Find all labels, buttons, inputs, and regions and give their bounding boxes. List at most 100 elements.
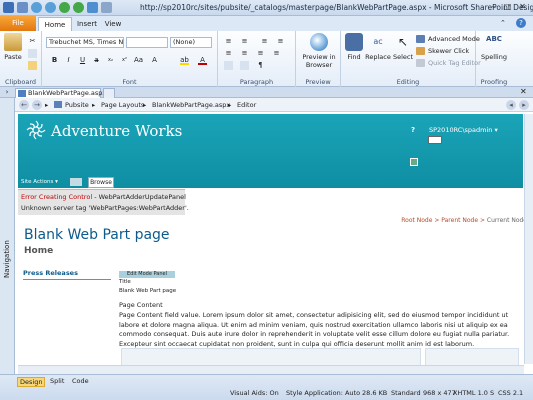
change-case-button[interactable]: Aa [134, 56, 143, 65]
show-formatting-icon[interactable]: ¶ [256, 61, 265, 70]
crumb-sep: > [478, 217, 487, 224]
font-family-select[interactable]: Trebuchet MS, Times Ne [46, 37, 124, 48]
minimize-button[interactable]: – [487, 2, 500, 13]
paragraph-group: ≡ ≡ ≡ ≡ ≡ ≡ ≡ ≡ ¶ Paragraph [218, 31, 296, 87]
back-icon[interactable] [59, 2, 70, 13]
spelling-button[interactable]: ABC Spelling [479, 33, 509, 61]
forward-icon[interactable] [73, 2, 84, 13]
clipboard-group: Paste ✂ Clipboard [0, 31, 42, 87]
vertical-scrollbar[interactable] [524, 114, 533, 364]
superscript-button[interactable]: x² [120, 56, 129, 65]
visual-aids-status[interactable]: Visual Aids: On [230, 389, 279, 397]
history-back-icon[interactable]: ◂ [506, 100, 516, 110]
breadcrumb-item-page-layouts[interactable]: Page Layouts [101, 101, 144, 109]
title-field-value[interactable]: Blank Web Part page [119, 288, 176, 294]
ribbon-tabs: File Home Insert View ⌃ ? [0, 16, 533, 31]
site-title[interactable]: Adventure Works [51, 122, 182, 140]
strikethrough-button[interactable]: a [92, 56, 101, 65]
crumb-current: Current Node [486, 217, 527, 224]
highlight-button[interactable]: ab [180, 56, 189, 65]
navigation-pane[interactable]: Navigation [0, 98, 15, 374]
tab-view[interactable]: View [102, 17, 124, 31]
maximize-button[interactable]: □ [501, 2, 514, 13]
ribbon-minimize-icon[interactable]: ⌃ [500, 19, 506, 27]
find-button[interactable]: Find [343, 33, 365, 61]
font-group: Trebuchet MS, Times Ne (None) B I U a x₂… [42, 31, 218, 87]
doctype-status[interactable]: XHTML 1.0 S [453, 389, 494, 397]
new-tab-button[interactable] [103, 88, 115, 98]
press-releases-heading[interactable]: Press Releases [23, 269, 111, 280]
justify-icon[interactable]: ≡ [272, 49, 281, 58]
tab-browse[interactable]: Browse [88, 177, 114, 188]
copy-icon[interactable] [28, 49, 37, 58]
dropdown-placeholder[interactable] [428, 136, 442, 144]
site-actions-menu[interactable]: Site Actions ▾ [21, 179, 58, 185]
help-icon[interactable]: ? [516, 18, 526, 28]
customize-icon[interactable] [101, 2, 112, 13]
redo-icon[interactable] [45, 2, 56, 13]
align-left-icon[interactable]: ≡ [224, 49, 233, 58]
bold-button[interactable]: B [50, 56, 59, 65]
style-select[interactable]: (None) [170, 37, 212, 48]
preview-in-browser-button[interactable]: Preview in Browser [299, 33, 339, 69]
design-surface[interactable]: Adventure Works ? SP2010RC\spadmin ▾ Sit… [15, 112, 533, 374]
undo-icon[interactable] [31, 2, 42, 13]
save-icon[interactable] [17, 2, 28, 13]
crumb-parent[interactable]: Parent Node [441, 217, 478, 224]
breadcrumb-item-pubsite[interactable]: Pubsite [65, 101, 89, 109]
collapse-nav-icon[interactable]: › [0, 87, 14, 98]
tab-home[interactable]: Home [38, 17, 72, 31]
select-button[interactable]: ↖ Select [392, 33, 414, 61]
app-icon[interactable] [3, 2, 14, 13]
replace-button[interactable]: ac Replace [365, 33, 391, 61]
page-content-label: Page Content [119, 301, 163, 309]
back-arrow-icon[interactable]: ← [19, 100, 29, 110]
decrease-indent-icon[interactable]: ≡ [260, 37, 269, 46]
breadcrumb-item-file[interactable]: BlankWebPartPage.aspx [152, 101, 230, 109]
history-forward-icon[interactable]: ▸ [519, 100, 529, 110]
underline-button[interactable]: U [78, 56, 87, 65]
breadcrumb-item-editor[interactable]: Editor [237, 101, 256, 109]
paste-button[interactable]: Paste [3, 33, 23, 61]
advanced-mode-button[interactable]: Advanced Mode [416, 35, 480, 43]
subscript-button[interactable]: x₂ [106, 56, 115, 65]
tab-insert[interactable]: Insert [74, 17, 100, 31]
grow-font-button[interactable]: A [150, 56, 159, 65]
font-size-select[interactable] [126, 37, 168, 48]
bullets-icon[interactable]: ≡ [224, 37, 233, 46]
horizontal-scrollbar[interactable] [18, 365, 524, 374]
page-content-body[interactable]: Page Content field value. Lorem ipsum do… [119, 311, 521, 349]
breadcrumb-sep-icon: ▸ [92, 101, 96, 109]
document-tab-bar: BlankWebPartPage.aspx ✕ [0, 87, 533, 98]
align-center-icon[interactable]: ≡ [240, 49, 249, 58]
align-right-icon[interactable]: ≡ [256, 49, 265, 58]
tab-file[interactable]: File [0, 16, 36, 31]
navigate-up-icon[interactable] [70, 178, 82, 186]
format-painter-icon[interactable] [28, 61, 37, 70]
user-menu[interactable]: SP2010RC\spadmin ▾ [429, 126, 498, 134]
view-split-button[interactable]: Split [48, 377, 66, 385]
quick-tag-editor-button[interactable]: Quick Tag Editor [416, 59, 481, 67]
site-help-icon[interactable]: ? [411, 126, 415, 134]
replace-label: Replace [365, 53, 391, 61]
crumb-root[interactable]: Root Node [401, 217, 432, 224]
font-color-button[interactable]: A [198, 56, 207, 65]
cut-icon[interactable]: ✂ [28, 37, 37, 46]
document-tab[interactable]: BlankWebPartPage.aspx [15, 88, 106, 98]
skewer-click-button[interactable]: Skewer Click [416, 47, 469, 55]
increase-indent-icon[interactable]: ≡ [276, 37, 285, 46]
preview-icon[interactable] [87, 2, 98, 13]
edit-mode-panel[interactable]: Edit Mode Panel [119, 271, 175, 278]
close-button[interactable]: ✕ [516, 2, 529, 13]
close-document-icon[interactable]: ✕ [520, 87, 527, 96]
numbering-icon[interactable]: ≡ [240, 37, 249, 46]
italic-button[interactable]: I [64, 56, 73, 65]
view-code-button[interactable]: Code [70, 377, 91, 385]
proofing-group-label: Proofing [480, 78, 508, 86]
borders-icon[interactable] [224, 61, 233, 70]
css-status[interactable]: CSS 2.1 [498, 389, 523, 397]
shading-icon[interactable] [240, 61, 249, 70]
view-design-button[interactable]: Design [17, 377, 46, 387]
style-application-status[interactable]: Style Application: Auto [286, 389, 360, 397]
forward-arrow-icon[interactable]: → [32, 100, 42, 110]
